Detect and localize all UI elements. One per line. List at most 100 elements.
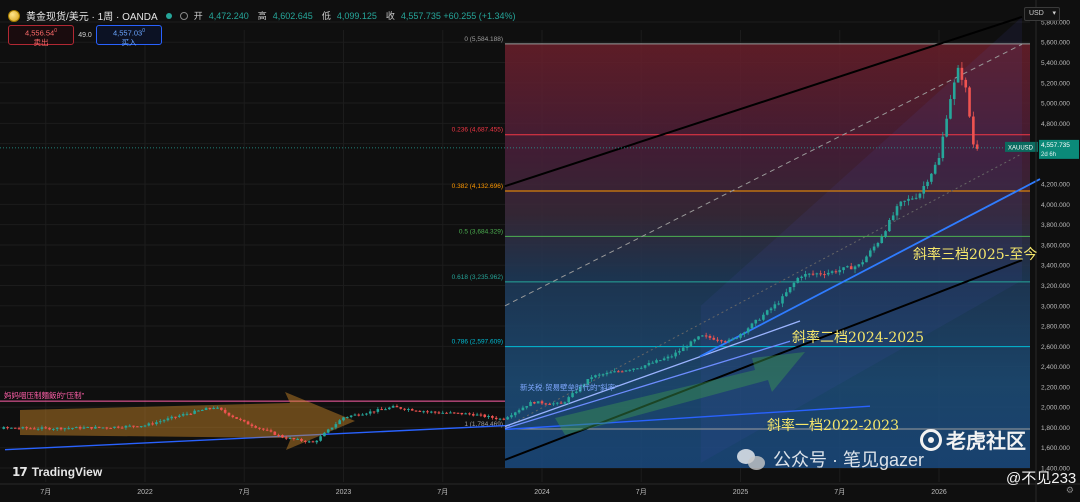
candle-body-72 (277, 434, 280, 436)
candle-body-26 (101, 427, 105, 429)
candle-body-174 (666, 356, 670, 359)
currency-label: USD (1029, 10, 1044, 17)
candle-body-47 (181, 414, 185, 416)
candle-body-50 (193, 410, 196, 414)
candle-body-147 (563, 402, 567, 404)
sell-button[interactable]: 4,556.540 卖出 (8, 25, 74, 47)
candle-body-2 (10, 427, 13, 429)
slope-2-annotation: 斜率二档2024-2025 (792, 330, 924, 346)
candle-body-19 (74, 427, 78, 429)
candle-body-9 (36, 428, 40, 430)
candle-body-156 (597, 374, 601, 376)
candle-body-119 (456, 412, 460, 414)
candle-body-69 (265, 429, 269, 431)
candle-body-181 (693, 339, 696, 342)
slope-1-annotation: 斜率一档2022-2023 (767, 418, 899, 434)
candle-body-79 (304, 440, 307, 442)
candle-body-191 (731, 338, 735, 340)
candle-body-86 (330, 427, 334, 430)
candle-body-110 (422, 411, 425, 413)
candle-body-234 (895, 206, 899, 216)
candle-body-241 (922, 186, 926, 194)
tiger-watermark: 老虎社区 (920, 425, 1026, 454)
time-tick-2: 7月 (239, 488, 250, 496)
candle-body-194 (743, 332, 746, 334)
candle-body-228 (872, 246, 876, 251)
candle-body-113 (433, 411, 437, 413)
candle-body-74 (284, 437, 288, 439)
candle-body-203 (777, 303, 780, 305)
candle-body-170 (651, 362, 655, 364)
candle-body-128 (491, 416, 494, 418)
ohlc-close-key: 收 (385, 11, 395, 21)
candle-body-122 (468, 413, 471, 415)
candle-body-231 (884, 231, 887, 237)
candle-body-142 (544, 403, 548, 405)
candle-body-96 (368, 411, 372, 414)
candle-body-41 (158, 421, 162, 423)
candle-body-190 (727, 339, 731, 342)
candle-body-209 (800, 276, 803, 279)
price-tick-8: 4,000.000 (1041, 202, 1070, 209)
candle-body-109 (418, 410, 422, 412)
candle-body-188 (720, 340, 723, 342)
candle-body-215 (823, 274, 826, 276)
candle-body-136 (521, 407, 525, 411)
wechat-watermark: 公众号 · 笔见gazer (737, 446, 924, 472)
candle-body-133 (510, 415, 513, 418)
time-tick-7: 2025 (733, 489, 749, 496)
candle-body-80 (307, 441, 311, 443)
price-tick-19: 1,800.000 (1041, 425, 1070, 432)
time-tick-3: 2023 (336, 489, 352, 496)
candle-body-166 (636, 368, 639, 370)
symbol-title[interactable]: 黄金现货/美元 · 1周 · OANDA (26, 8, 158, 23)
candle-body-67 (258, 427, 261, 429)
price-tick-15: 2,600.000 (1041, 344, 1070, 351)
tiger-icon (920, 428, 942, 451)
candle-body-63 (242, 419, 246, 422)
candle-body-131 (502, 418, 506, 420)
candle-body-218 (834, 271, 838, 273)
candle-body-52 (200, 409, 204, 411)
buy-button[interactable]: 4,557.030 买入 (96, 25, 162, 47)
candle-body-137 (525, 406, 529, 408)
candle-body-62 (239, 418, 242, 420)
candle-body-88 (338, 420, 341, 425)
price-tick-13: 3,000.000 (1041, 303, 1070, 310)
candle-body-71 (273, 431, 277, 435)
candle-body-186 (712, 337, 716, 340)
tiger-watermark-text: 老虎社区 (946, 431, 1026, 453)
candle-body-81 (311, 441, 315, 443)
candle-body-60 (231, 415, 235, 418)
candle-body-182 (697, 336, 700, 340)
candle-body-12 (48, 427, 51, 430)
gear-icon[interactable]: ⚙ (1066, 485, 1074, 496)
candle-body-198 (758, 319, 761, 321)
wechat-icon (737, 447, 767, 471)
candle-body-226 (865, 256, 868, 263)
candle-body-36 (139, 426, 143, 428)
candle-body-162 (620, 371, 624, 373)
candle-body-165 (632, 368, 635, 370)
tradingview-logo[interactable]: 17 TradingView (12, 465, 102, 479)
candle-body-83 (319, 436, 322, 441)
candle-body-61 (235, 417, 238, 419)
candle-body-102 (391, 406, 395, 408)
candle-body-175 (670, 356, 674, 358)
candle-body-206 (788, 287, 792, 293)
candle-body-39 (151, 423, 154, 425)
candle-body-16 (63, 428, 67, 430)
candle-body-34 (132, 425, 135, 427)
candle-body-120 (460, 412, 464, 415)
candle-body-77 (296, 438, 299, 440)
currency-select[interactable]: USD ▾ (1024, 7, 1060, 21)
candle-body-82 (315, 440, 319, 443)
candle-body-21 (82, 427, 86, 429)
candle-body-48 (185, 413, 189, 415)
buy-label: 买入 (121, 37, 137, 47)
candle-body-42 (162, 420, 166, 422)
price-tick-4: 5,000.000 (1041, 101, 1070, 108)
fib-label-0: 0 (5,584.188) (464, 36, 503, 43)
candle-body-159 (609, 372, 613, 374)
candle-body-11 (44, 427, 48, 429)
